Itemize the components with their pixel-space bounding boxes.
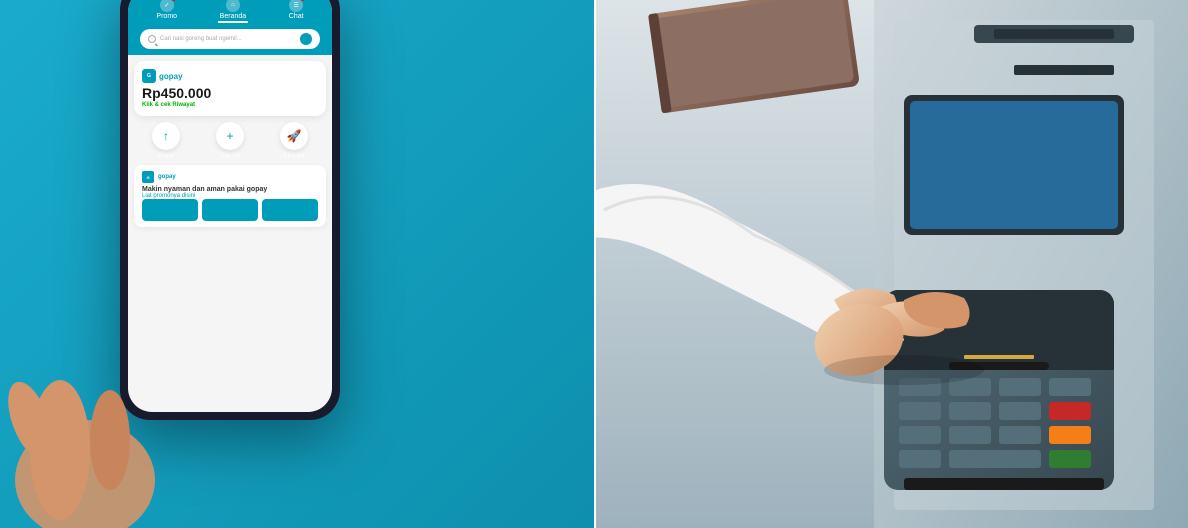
active-indicator bbox=[218, 21, 248, 23]
promo-logo-row: G gopay bbox=[142, 171, 318, 183]
promo-gopay-icon: G bbox=[142, 171, 154, 183]
search-icon bbox=[148, 35, 156, 43]
gopay-label: gopay bbox=[159, 72, 183, 81]
promo-banner-1 bbox=[142, 199, 198, 221]
chat-badge bbox=[300, 0, 305, 1]
gopay-logo-icon: G bbox=[142, 69, 156, 83]
beranda-icon: ⌂ bbox=[226, 0, 240, 12]
nav-tab-chat[interactable]: ☰ Chat bbox=[289, 0, 304, 23]
phone-frame: ✓ Promo ⌂ Beranda ☰ bbox=[120, 0, 340, 420]
promo-icon: ✓ bbox=[160, 0, 174, 12]
eksplor-icon: 🚀 bbox=[280, 122, 308, 150]
gopay-logo-row: G gopay bbox=[142, 69, 318, 83]
chat-label: Chat bbox=[289, 13, 304, 20]
promo-banners bbox=[142, 199, 318, 221]
right-panel bbox=[594, 0, 1188, 528]
phone-container: ✓ Promo ⌂ Beranda ☰ bbox=[60, 0, 400, 500]
left-panel: ✓ Promo ⌂ Beranda ☰ bbox=[0, 0, 594, 528]
phone-screen: ✓ Promo ⌂ Beranda ☰ bbox=[128, 0, 332, 412]
bayar-button[interactable]: ↑ Bayar bbox=[152, 122, 180, 159]
bayar-icon: ↑ bbox=[152, 122, 180, 150]
action-buttons-row: ↑ Bayar + Top Up 🚀 bbox=[134, 122, 326, 159]
promo-title: Makin nyaman dan aman pakai gopay bbox=[142, 186, 318, 193]
nav-tabs: ✓ Promo ⌂ Beranda ☰ bbox=[136, 0, 324, 23]
promo-banner-2 bbox=[202, 199, 258, 221]
gopay-promo-section: G gopay Makin nyaman dan aman pakai gopa… bbox=[134, 165, 326, 227]
chat-icon: ☰ bbox=[289, 0, 303, 12]
app-content: G gopay Rp450.000 Klik & cek Riwayat ↑ B… bbox=[128, 55, 332, 233]
promo-banner-3 bbox=[262, 199, 318, 221]
app-header: ✓ Promo ⌂ Beranda ☰ bbox=[128, 0, 332, 55]
search-bar[interactable]: Cari nasi goreng buat ngemil... bbox=[140, 29, 320, 49]
user-avatar-icon bbox=[300, 33, 312, 45]
promo-label: Promo bbox=[156, 13, 177, 20]
panel-divider bbox=[594, 0, 596, 528]
topup-button[interactable]: + Top Up bbox=[216, 122, 244, 159]
gopay-card[interactable]: G gopay Rp450.000 Klik & cek Riwayat bbox=[134, 61, 326, 116]
gopay-amount: Rp450.000 bbox=[142, 85, 318, 101]
promo-badge bbox=[171, 0, 176, 1]
eksplor-button[interactable]: 🚀 Eksplor bbox=[280, 122, 308, 159]
topup-label: Top Up bbox=[220, 152, 241, 159]
eksplor-label: Eksplor bbox=[283, 152, 305, 159]
atm-scene-svg bbox=[594, 0, 1188, 528]
beranda-label: Beranda bbox=[220, 13, 246, 20]
nav-tab-beranda[interactable]: ⌂ Beranda bbox=[218, 0, 248, 23]
gopay-riwayat-link[interactable]: Klik & cek Riwayat bbox=[142, 102, 318, 108]
topup-icon: + bbox=[216, 122, 244, 150]
promo-gopay-label: gopay bbox=[158, 174, 176, 180]
bayar-label: Bayar bbox=[158, 152, 175, 159]
nav-tab-promo[interactable]: ✓ Promo bbox=[156, 0, 177, 23]
search-placeholder-text: Cari nasi goreng buat ngemil... bbox=[160, 36, 296, 42]
